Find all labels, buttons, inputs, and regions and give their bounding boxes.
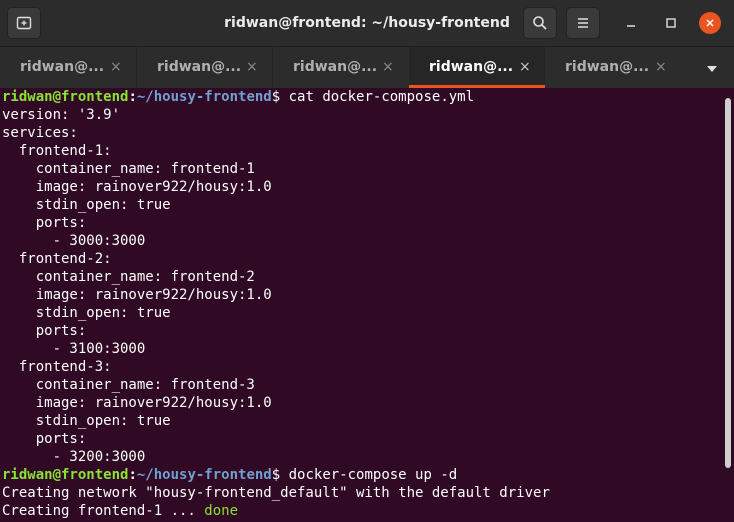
output-line: frontend-1: [2, 143, 112, 159]
status-done: done [204, 503, 239, 519]
minimize-icon [625, 14, 637, 33]
tab-close-icon[interactable]: × [110, 59, 122, 75]
tabs-dropdown-button[interactable] [690, 47, 734, 88]
tab-label: ridwan@... [157, 59, 242, 75]
new-tab-button[interactable] [7, 7, 41, 39]
output-line: container_name: frontend-2 [2, 269, 255, 285]
output-line: Creating frontend-1 ... done [2, 502, 724, 520]
tab-close-icon[interactable]: × [519, 59, 531, 75]
output-line: image: rainover922/housy:1.0 [2, 395, 272, 411]
prompt-colon: : [128, 89, 137, 105]
output-line: Creating network "housy-frontend_default… [2, 485, 550, 501]
tab-label: ridwan@... [429, 59, 514, 75]
terminal-window: ridwan@frontend: ~/housy-frontend ridwan… [0, 0, 734, 522]
output-line: container_name: frontend-1 [2, 161, 255, 177]
tab-5[interactable]: ridwan@... × [545, 47, 681, 88]
terminal-scrollbar[interactable] [725, 98, 731, 468]
output-line: ports: [2, 323, 87, 339]
prompt-symbol: $ [271, 89, 281, 105]
tab-label: ridwan@... [20, 59, 105, 75]
menu-button[interactable] [566, 7, 600, 39]
tab-close-icon[interactable]: × [382, 59, 394, 75]
command-text: docker-compose up -d [280, 467, 458, 483]
tab-close-icon[interactable]: × [655, 59, 667, 75]
output-line: ports: [2, 431, 87, 447]
tab-4-active[interactable]: ridwan@... × [409, 47, 545, 88]
terminal-output[interactable]: ridwan@frontend:~/housy-frontend$ cat do… [0, 88, 724, 522]
output-line: ports: [2, 215, 87, 231]
prompt-path: ~/housy-frontend [136, 467, 272, 483]
tab-label: ridwan@... [293, 59, 378, 75]
prompt-line: ridwan@frontend:~/housy-frontend$ cat do… [2, 88, 724, 106]
output-line: stdin_open: true [2, 305, 171, 321]
search-button[interactable] [523, 7, 557, 39]
search-icon [532, 15, 548, 31]
close-button[interactable] [698, 11, 722, 35]
prompt-symbol: $ [271, 467, 281, 483]
new-tab-icon [16, 15, 32, 31]
output-line: - 3000:3000 [2, 233, 146, 249]
output-line: - 3100:3000 [2, 341, 146, 357]
tab-close-icon[interactable]: × [246, 59, 258, 75]
prompt-line: ridwan@frontend:~/housy-frontend$ docker… [2, 466, 724, 484]
prompt-path: ~/housy-frontend [136, 89, 272, 105]
output-line: frontend-3: [2, 359, 112, 375]
creating-text: Creating frontend-1 ... [2, 503, 205, 519]
prompt-colon: : [128, 467, 137, 483]
maximize-icon [665, 14, 677, 33]
tab-label: ridwan@... [565, 59, 650, 75]
chevron-down-icon [706, 58, 718, 77]
header-bar: ridwan@frontend: ~/housy-frontend [0, 0, 734, 46]
prompt-user: ridwan@frontend [2, 467, 129, 483]
hamburger-menu-icon [575, 15, 591, 31]
output-line: version: '3.9' [2, 107, 121, 123]
tab-2[interactable]: ridwan@... × [137, 47, 272, 88]
output-line: container_name: frontend-3 [2, 377, 255, 393]
output-line: - 3200:3000 [2, 449, 146, 465]
command-text: cat docker-compose.yml [280, 89, 475, 105]
tab-1[interactable]: ridwan@... × [0, 47, 136, 88]
output-line: stdin_open: true [2, 413, 171, 429]
minimize-button[interactable] [619, 11, 643, 35]
output-line: image: rainover922/housy:1.0 [2, 287, 272, 303]
output-line: image: rainover922/housy:1.0 [2, 179, 272, 195]
tab-bar: ridwan@... × ridwan@... × ridwan@... × r… [0, 46, 734, 88]
prompt-user: ridwan@frontend [2, 89, 129, 105]
tab-3[interactable]: ridwan@... × [273, 47, 408, 88]
output-line: services: [2, 125, 78, 141]
output-line: frontend-2: [2, 251, 112, 267]
maximize-button[interactable] [659, 11, 683, 35]
output-line: stdin_open: true [2, 197, 171, 213]
close-icon [699, 12, 721, 34]
